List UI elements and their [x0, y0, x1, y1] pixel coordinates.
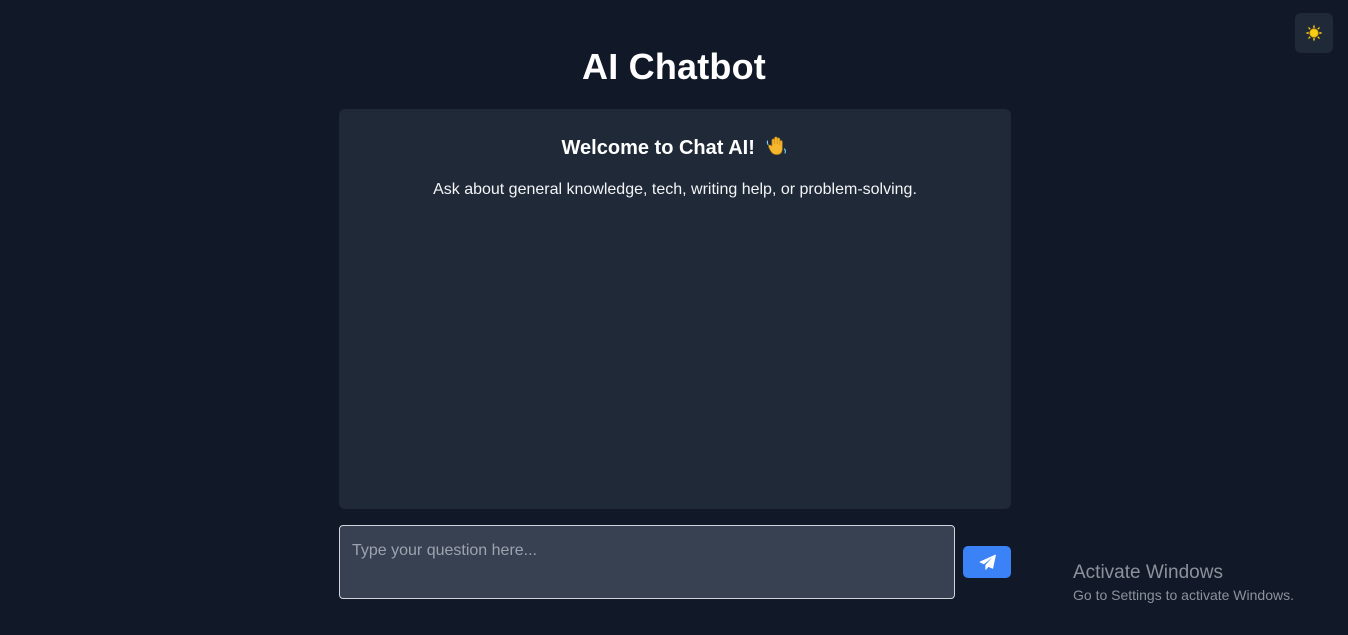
- sun-icon: [1305, 24, 1323, 42]
- watermark-title: Activate Windows: [1073, 562, 1223, 583]
- page-title: AI Chatbot: [582, 46, 766, 87]
- waving-hand-icon: [766, 135, 788, 165]
- welcome-heading-text: Welcome to Chat AI!: [561, 137, 755, 159]
- send-button[interactable]: [963, 546, 1011, 578]
- welcome-heading: Welcome to Chat AI!: [339, 134, 1011, 165]
- chat-window: Welcome to Chat AI! Ask about general kn…: [339, 109, 1011, 509]
- page: AI Chatbot Welcome to Chat AI! Ask about…: [0, 0, 1348, 635]
- question-input[interactable]: [339, 525, 955, 599]
- welcome-text: Ask about general knowledge, tech, writi…: [433, 181, 917, 198]
- paper-plane-icon: [979, 554, 996, 570]
- watermark-subtitle: Go to Settings to activate Windows.: [1073, 587, 1294, 603]
- activate-windows-watermark: Activate Windows Go to Settings to activ…: [1073, 561, 1294, 605]
